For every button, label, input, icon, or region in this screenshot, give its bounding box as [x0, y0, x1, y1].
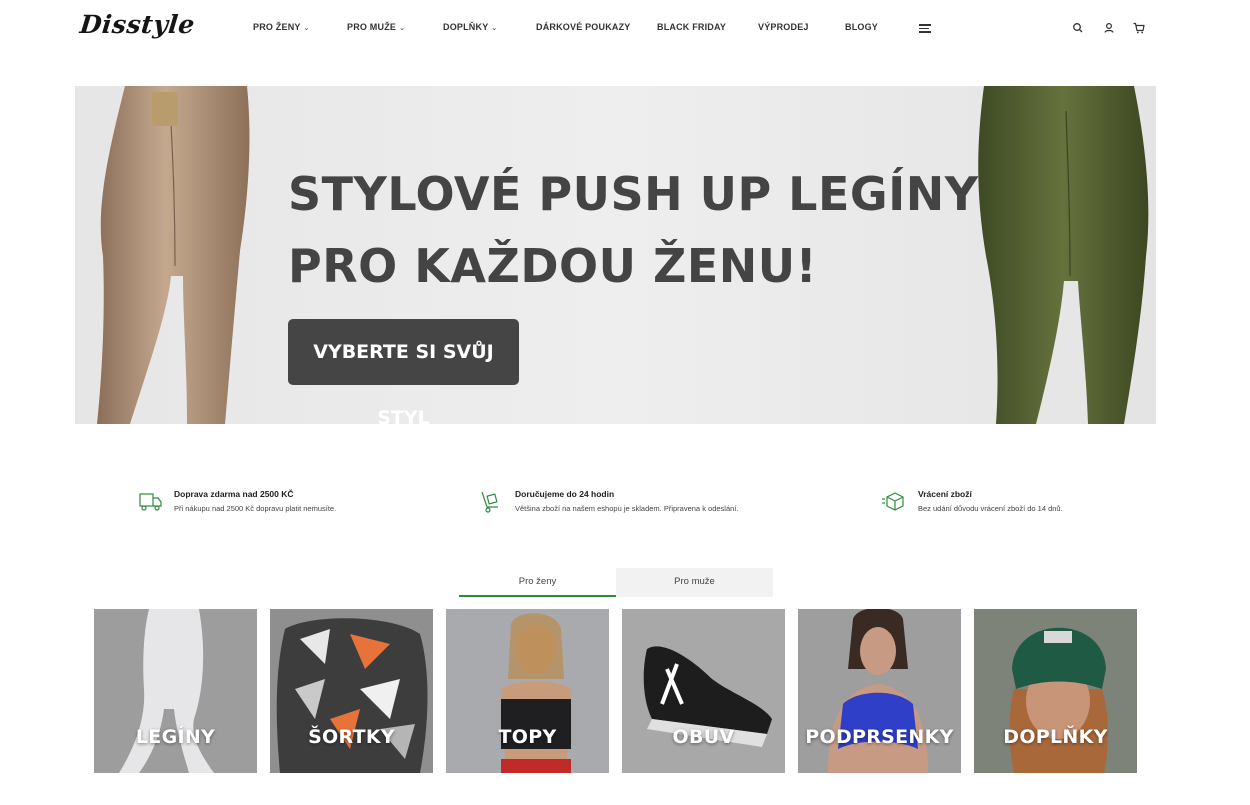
- category-doplnky[interactable]: DOPLŇKY: [974, 609, 1137, 773]
- category-image: [798, 609, 961, 773]
- hero-title: STYLOVÉ PUSH UP LEGÍNY PRO KAŽDOU ŽENU!: [288, 158, 979, 302]
- site-header: Disstyle PRO ŽENY ⌄ PRO MUŽE ⌄ DOPLŇKY ⌄ DÁ…: [0, 0, 1250, 60]
- category-podprsenky[interactable]: PODPRSENKY: [798, 609, 961, 773]
- category-label: DOPLŇKY: [1003, 726, 1108, 748]
- chevron-down-icon: ⌄: [303, 25, 310, 32]
- nav-item-label: DOPLŇKY: [443, 22, 489, 32]
- user-icon[interactable]: [1102, 21, 1116, 35]
- benefit-title: Vrácení zboží: [918, 489, 972, 499]
- category-label: LEGÍNY: [135, 726, 216, 748]
- category-obuv[interactable]: OBUV: [622, 609, 785, 773]
- menu-icon[interactable]: [919, 24, 931, 33]
- main-nav: PRO ŽENY ⌄ PRO MUŽE ⌄ DOPLŇKY ⌄ DÁRKOVÉ POU…: [0, 22, 1250, 36]
- nav-item-blogy[interactable]: BLOGY: [845, 22, 878, 32]
- nav-item-black-friday[interactable]: BLACK FRIDAY: [657, 22, 726, 32]
- choose-style-button[interactable]: VYBERTE SI SVŮJ STYL: [288, 319, 519, 424]
- category-image: [446, 609, 609, 773]
- benefit-text: Bez udání důvodu vrácení zboží do 14 dnů…: [918, 504, 1063, 513]
- category-label: OBUV: [672, 726, 735, 748]
- hero-banner: STYLOVÉ PUSH UP LEGÍNY PRO KAŽDOU ŽENU! …: [75, 86, 1156, 424]
- hand-truck-icon: [481, 491, 498, 513]
- nav-item-label: VÝPRODEJ: [758, 22, 809, 32]
- nav-item-label: BLACK FRIDAY: [657, 22, 727, 32]
- nav-item-pro-muze[interactable]: PRO MUŽE ⌄: [347, 22, 405, 32]
- hero-image-beige-leggings: [97, 86, 250, 424]
- chevron-down-icon: ⌄: [491, 25, 498, 32]
- tab-pro-muze[interactable]: Pro muže: [616, 568, 773, 597]
- search-icon[interactable]: [1071, 21, 1085, 35]
- nav-item-label: PRO MUŽE: [347, 22, 397, 32]
- category-image: [974, 609, 1137, 773]
- nav-item-label: PRO ŽENY: [253, 22, 301, 32]
- category-image: [270, 609, 433, 773]
- category-image: [94, 609, 257, 773]
- tab-pro-zeny[interactable]: Pro ženy: [459, 568, 616, 597]
- nav-item-pro-zeny[interactable]: PRO ŽENY ⌄: [253, 22, 310, 32]
- truck-icon: [139, 493, 162, 511]
- category-leginy[interactable]: LEGÍNY: [94, 609, 257, 773]
- hero-title-line-2: PRO KAŽDOU ŽENU!: [288, 239, 818, 293]
- category-label: PODPRSENKY: [805, 726, 954, 748]
- return-box-icon: [882, 492, 904, 511]
- category-topy[interactable]: TOPY: [446, 609, 609, 773]
- chevron-down-icon: ⌄: [399, 25, 406, 32]
- nav-item-darkove-poukazy[interactable]: DÁRKOVÉ POUKAZY: [536, 22, 631, 32]
- category-sortky[interactable]: ŠORTKY: [270, 609, 433, 773]
- benefit-text: Většina zboží na našem eshopu je skladem…: [515, 504, 739, 513]
- category-label: ŠORTKY: [308, 726, 395, 748]
- category-image: [622, 609, 785, 773]
- benefit-title: Doručujeme do 24 hodin: [515, 489, 615, 499]
- hero-title-line-1: STYLOVÉ PUSH UP LEGÍNY: [288, 167, 979, 221]
- category-label: TOPY: [498, 726, 557, 748]
- nav-item-doplnky[interactable]: DOPLŇKY ⌄: [443, 22, 497, 32]
- cart-icon[interactable]: [1132, 21, 1146, 35]
- nav-item-vyprodej[interactable]: VÝPRODEJ: [758, 22, 809, 32]
- benefit-text: Při nákupu nad 2500 Kč dopravu platit ne…: [174, 504, 337, 513]
- benefit-title: Doprava zdarma nad 2500 KČ: [174, 489, 294, 499]
- nav-item-label: BLOGY: [845, 22, 879, 32]
- hero-image-green-leggings: [978, 86, 1149, 424]
- nav-item-label: DÁRKOVÉ POUKAZY: [536, 22, 631, 32]
